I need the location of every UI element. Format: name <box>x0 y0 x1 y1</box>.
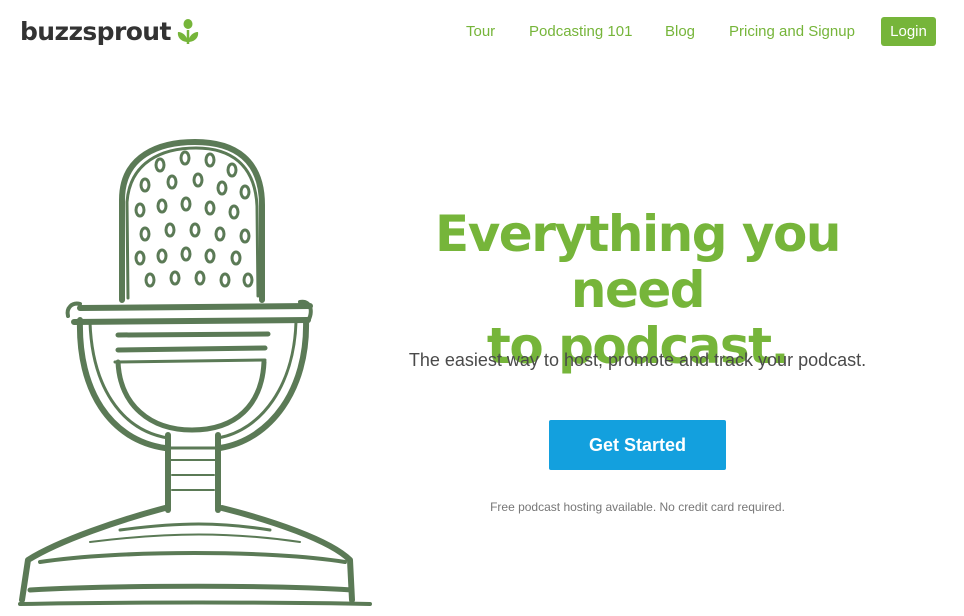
main-nav: Tour Podcasting 101 Blog Pricing and Sig… <box>0 23 964 43</box>
nav-tour[interactable]: Tour <box>466 23 495 40</box>
hero-headline: Everything you need to podcast. <box>370 206 905 374</box>
nav-pricing-and-signup[interactable]: Pricing and Signup <box>729 23 855 40</box>
site-header: buzzsprout Tour Podcasting 101 Blog Pric… <box>0 0 964 64</box>
nav-podcasting-101[interactable]: Podcasting 101 <box>529 23 632 40</box>
hero-headline-line1: Everything you need <box>435 205 841 319</box>
nav-blog[interactable]: Blog <box>665 23 695 40</box>
login-button[interactable]: Login <box>881 17 936 46</box>
get-started-button[interactable]: Get Started <box>549 420 726 470</box>
page: buzzsprout Tour Podcasting 101 Blog Pric… <box>0 0 964 616</box>
hero-tagline: The easiest way to host, promote and tra… <box>408 350 867 370</box>
hero-note: Free podcast hosting available. No credi… <box>490 500 785 514</box>
microphone-illustration <box>18 139 372 606</box>
